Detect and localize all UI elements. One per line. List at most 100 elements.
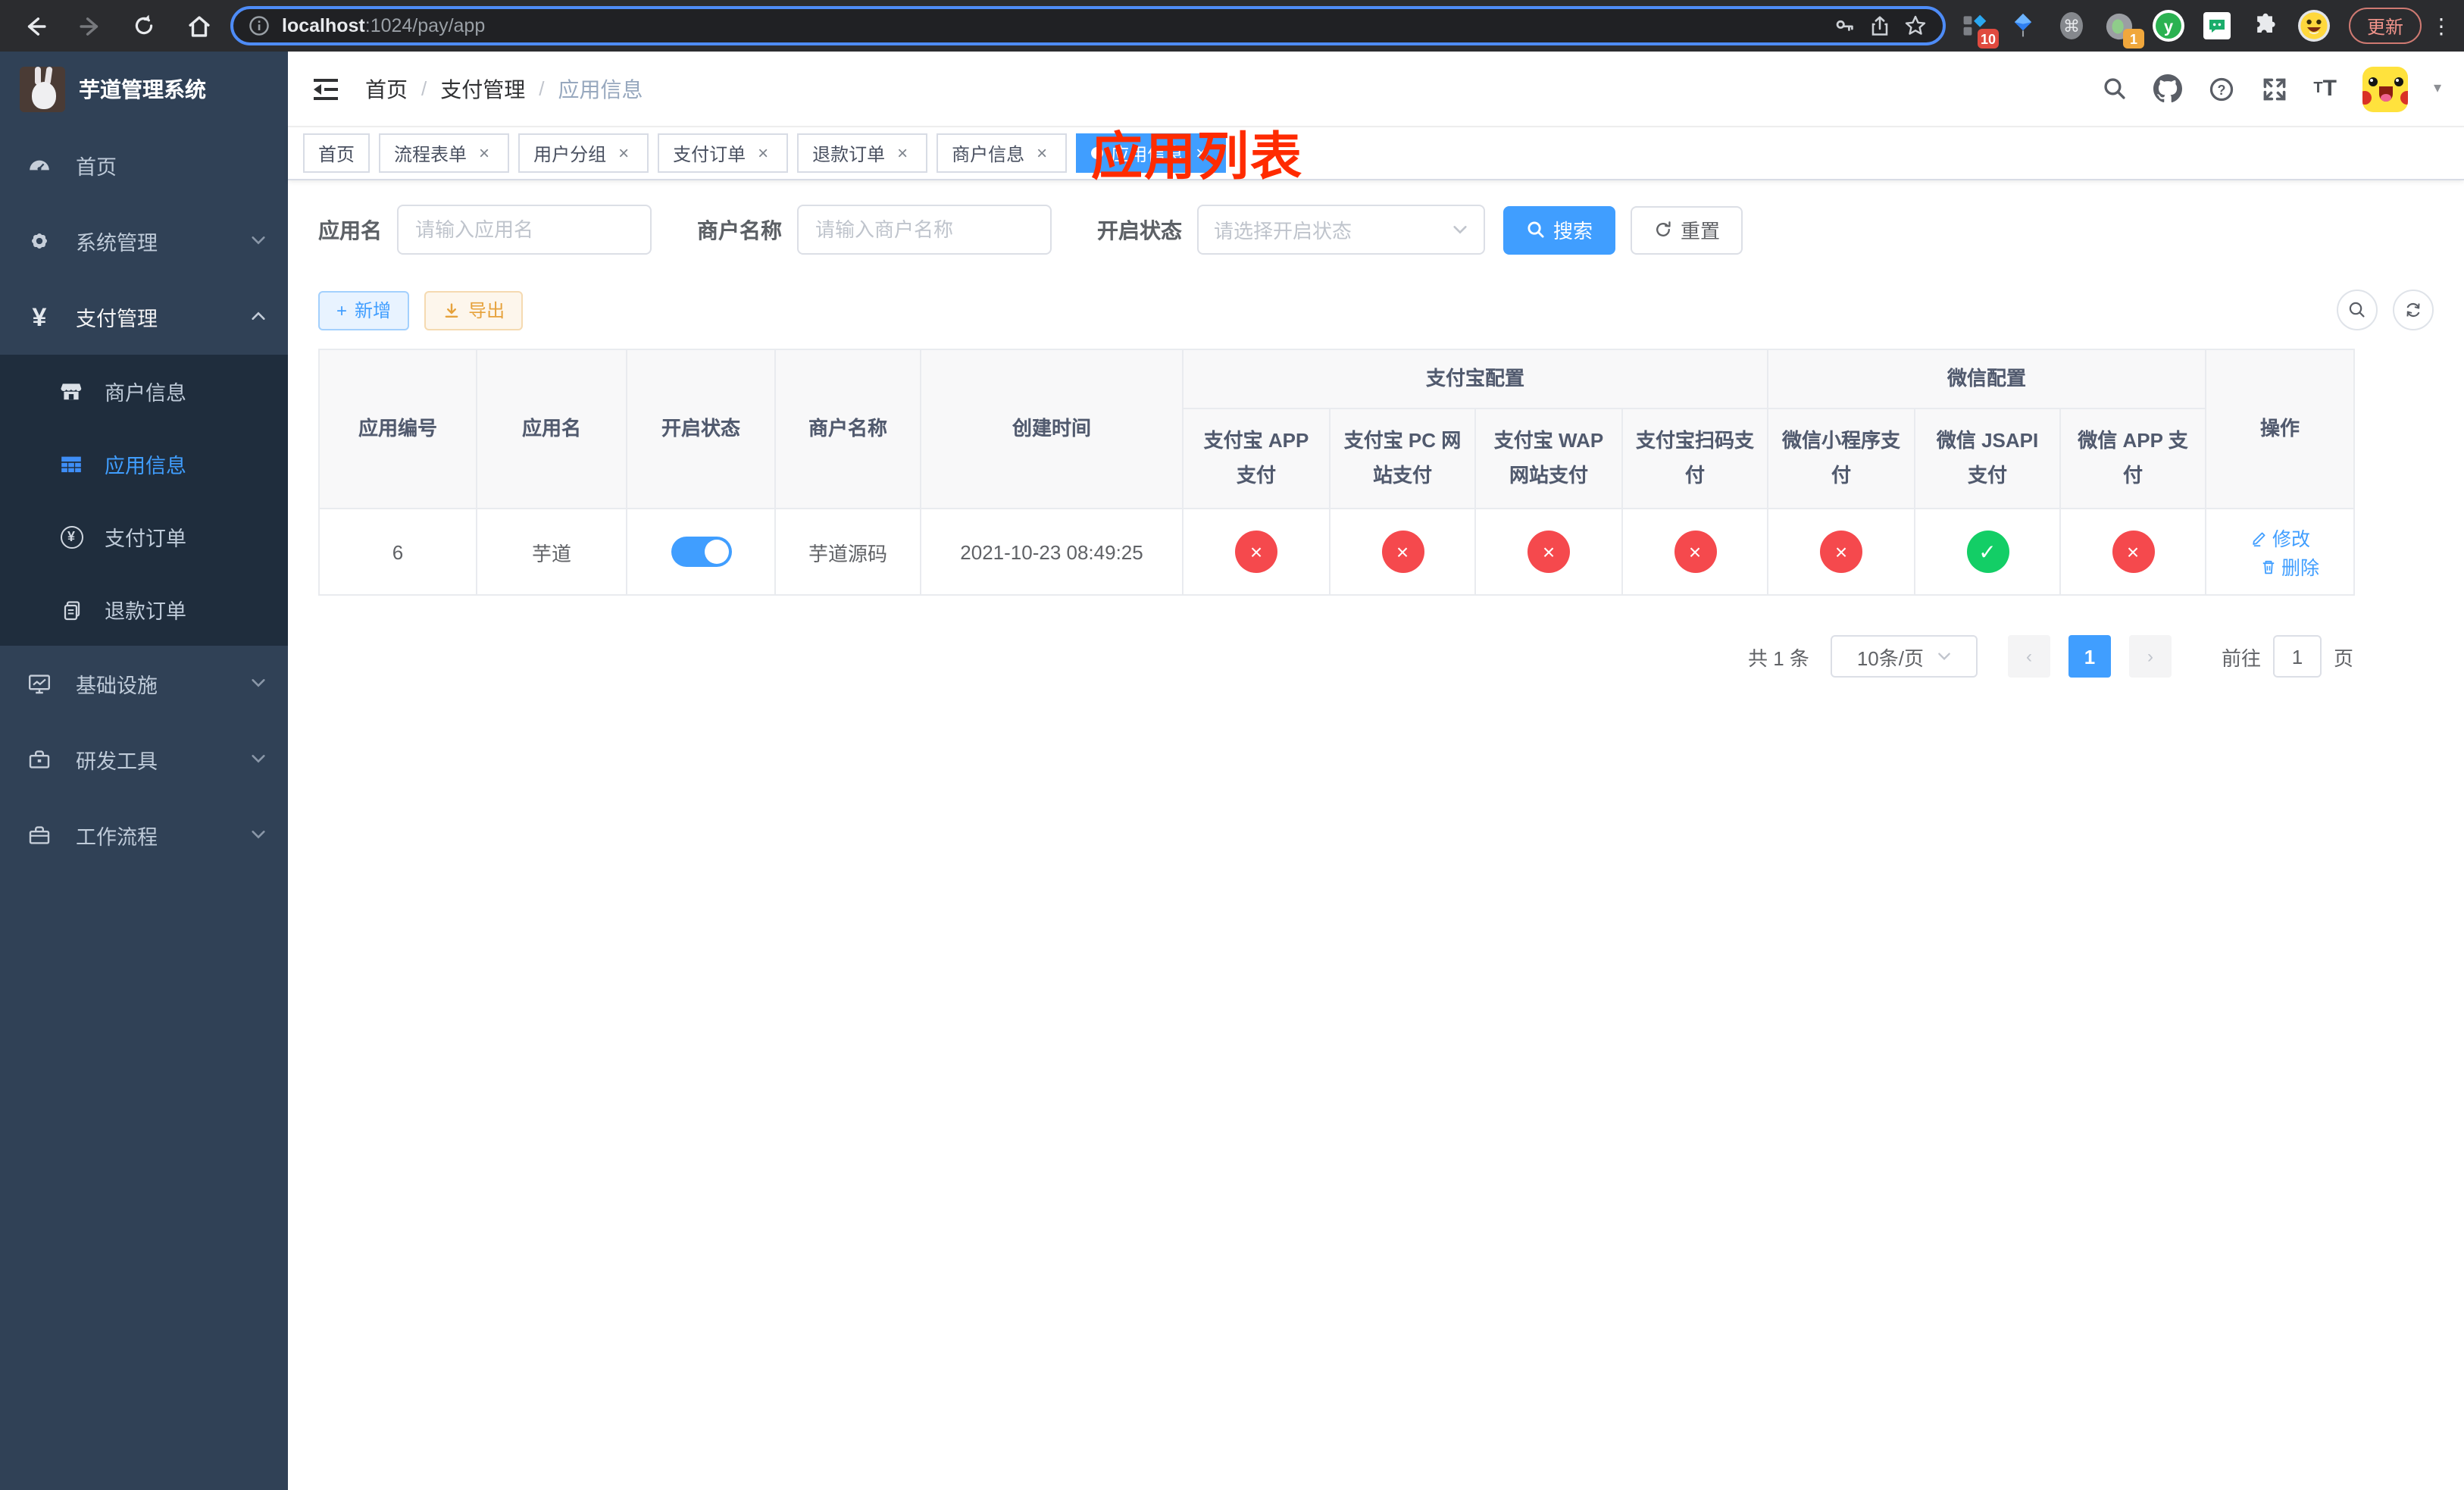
col-header-app-id: 应用编号	[318, 349, 477, 509]
tab-merchant-info[interactable]: 商户信息 ×	[937, 133, 1068, 173]
add-button[interactable]: + 新增	[318, 290, 410, 330]
browser-avatar-emoji[interactable]	[2294, 6, 2334, 45]
extension-y-icon[interactable]: y	[2149, 6, 2188, 45]
font-size-icon[interactable]: TT	[2313, 76, 2337, 102]
sidebar-item-merchant-info[interactable]: 商户信息	[0, 355, 288, 427]
github-icon[interactable]	[2153, 74, 2182, 103]
col-header-alipay-qr: 支付宝扫码支付	[1621, 408, 1769, 509]
search-icon[interactable]	[2101, 76, 2127, 102]
browser-update-button[interactable]: 更新	[2348, 8, 2422, 44]
status-label: 开启状态	[1097, 218, 1182, 242]
extension-command-icon[interactable]: ⌘	[2052, 6, 2091, 45]
goto-page-input[interactable]	[2272, 635, 2322, 678]
password-key-icon[interactable]	[1832, 14, 1856, 38]
cell-app-id: 6	[318, 508, 477, 596]
chevron-down-icon	[250, 672, 267, 695]
navbar: 首页 / 支付管理 / 应用信息 ? T T ▾	[288, 52, 2464, 127]
browser-forward-icon[interactable]	[67, 6, 112, 45]
status-select-placeholder: 请选择开启状态	[1214, 220, 1352, 243]
refresh-icon	[2406, 302, 2420, 318]
sidebar-item-devtools[interactable]: 研发工具	[0, 722, 288, 797]
sidebar-collapse-icon[interactable]	[311, 74, 341, 104]
site-info-icon[interactable]	[249, 15, 270, 36]
refresh-button[interactable]	[2393, 290, 2434, 330]
export-button[interactable]: 导出	[424, 290, 524, 330]
app-name-input[interactable]	[397, 205, 652, 255]
sidebar-item-label: 商户信息	[105, 382, 186, 405]
close-icon[interactable]: ×	[474, 143, 494, 163]
hide-search-button[interactable]	[2337, 290, 2378, 330]
browser-menu-icon[interactable]: ⋮	[2431, 13, 2452, 39]
address-bar[interactable]: localhost:1024/pay/app	[230, 6, 1946, 45]
bookmark-star-icon[interactable]	[1903, 14, 1928, 38]
dashboard-icon	[27, 153, 52, 177]
col-header-alipay-wap: 支付宝 WAP 网站支付	[1474, 408, 1623, 509]
sidebar-item-label: 应用信息	[105, 455, 186, 477]
reset-button[interactable]: 重置	[1631, 205, 1743, 254]
user-avatar[interactable]	[2362, 66, 2408, 111]
close-icon[interactable]: ×	[614, 143, 633, 163]
plus-icon: +	[336, 299, 348, 321]
chevron-up-icon	[250, 305, 267, 328]
sidebar-item-home[interactable]: 首页	[0, 127, 288, 203]
extension-chat-icon[interactable]	[2197, 6, 2237, 45]
page-annotation: 应用列表	[1091, 129, 1303, 186]
gear-icon	[27, 229, 52, 253]
prev-page-button[interactable]: ‹	[2007, 635, 2050, 678]
col-header-app-name: 应用名	[476, 349, 627, 509]
close-icon[interactable]: ×	[1032, 143, 1052, 163]
browser-toolbar: localhost:1024/pay/app 10 ⌘ 1 y 更新 ⋮	[0, 0, 2464, 52]
logo-image	[20, 67, 65, 112]
sidebar-item-pay-order[interactable]: ¥ 支付订单	[0, 500, 288, 573]
url-host: localhost	[282, 15, 365, 36]
page-number-1[interactable]: 1	[2068, 635, 2111, 678]
sidebar-item-system[interactable]: 系统管理	[0, 203, 288, 279]
share-icon[interactable]	[1868, 14, 1891, 37]
next-page-button[interactable]: ›	[2128, 635, 2172, 678]
breadcrumb-pay[interactable]: 支付管理	[440, 74, 525, 104]
sidebar-logo[interactable]: 芋道管理系统	[0, 52, 288, 127]
breadcrumb-home[interactable]: 首页	[365, 74, 408, 104]
fullscreen-icon[interactable]	[2260, 75, 2287, 102]
page-content: 应用名 商户名称 开启状态 请选择开启状态 搜索 重置	[288, 180, 2464, 1490]
toolbox-icon	[27, 747, 52, 772]
extension-badge: 10	[1977, 29, 1999, 49]
merchant-name-label: 商户名称	[697, 218, 782, 242]
sidebar-item-refund-order[interactable]: 退款订单	[0, 573, 288, 646]
tab-home[interactable]: 首页	[303, 133, 371, 173]
tab-user-group[interactable]: 用户分组 ×	[518, 133, 649, 173]
close-icon[interactable]: ×	[893, 143, 912, 163]
extensions-puzzle-icon[interactable]	[2246, 6, 2285, 45]
browser-back-icon[interactable]	[12, 6, 58, 45]
sidebar-item-label: 研发工具	[76, 750, 158, 773]
app-title: 芋道管理系统	[79, 77, 206, 102]
tab-label: 首页	[318, 143, 355, 164]
sidebar-item-infrastructure[interactable]: 基础设施	[0, 646, 288, 722]
delete-link[interactable]: 删除	[2259, 552, 2319, 581]
help-icon[interactable]: ?	[2207, 75, 2234, 102]
status-select[interactable]: 请选择开启状态	[1197, 205, 1485, 255]
extension-kite-icon[interactable]	[2003, 6, 2043, 45]
tab-pay-order[interactable]: 支付订单 ×	[658, 133, 789, 173]
tab-process-form[interactable]: 流程表单 ×	[379, 133, 510, 173]
cell-app-name: 芋道	[476, 508, 627, 596]
extension-profile-icon[interactable]: 1	[2100, 6, 2144, 49]
status-toggle[interactable]	[671, 537, 731, 567]
add-button-label: 新增	[355, 300, 392, 321]
sidebar-item-workflow[interactable]: 工作流程	[0, 797, 288, 873]
extension-shortcuts-icon[interactable]: 10	[1955, 6, 1999, 49]
merchant-name-input[interactable]	[797, 205, 1052, 255]
sidebar-item-payment[interactable]: ¥ 支付管理	[0, 279, 288, 355]
tab-refund-order[interactable]: 退款订单 ×	[797, 133, 928, 173]
browser-home-icon[interactable]	[176, 6, 221, 45]
search-button[interactable]: 搜索	[1503, 205, 1616, 254]
tags-view: 首页 流程表单 × 用户分组 × 支付订单 × 退款订单 × 商户信息 × 应用信息 ×	[288, 127, 2464, 180]
close-icon[interactable]: ×	[753, 143, 773, 163]
edit-link[interactable]: 修改	[2250, 523, 2310, 552]
avatar-caret-icon[interactable]: ▾	[2434, 80, 2441, 97]
sidebar-item-app-info[interactable]: 应用信息	[0, 427, 288, 500]
browser-reload-icon[interactable]	[121, 6, 167, 45]
page-size-select[interactable]: 10条/页	[1830, 635, 1978, 678]
edit-label: 修改	[2272, 529, 2311, 550]
col-header-merchant: 商户名称	[774, 349, 921, 509]
